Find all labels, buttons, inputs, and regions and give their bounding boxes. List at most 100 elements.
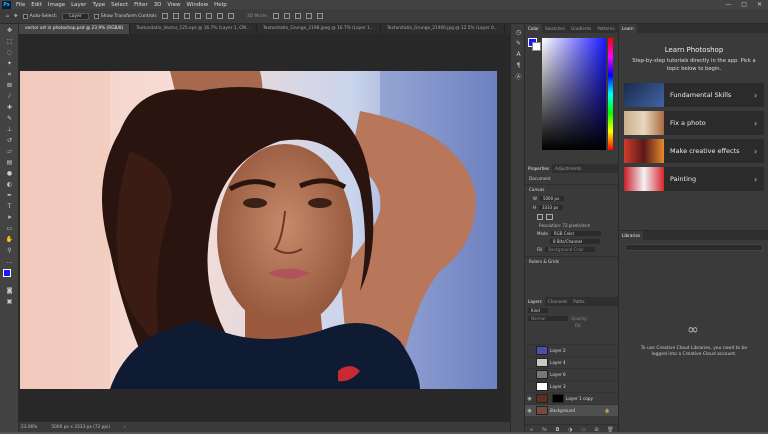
zoom-tool-icon[interactable]: ⚲ (5, 246, 14, 255)
doc-tab[interactable]: Textunitatio_Vector_125.eps @ 16.7% (Lay… (130, 24, 258, 34)
history-panel-icon[interactable]: ◷ (514, 28, 523, 37)
learn-card-creative-effects[interactable]: Make creative effects › (624, 139, 764, 163)
color-field[interactable] (542, 38, 606, 150)
tab-channels[interactable]: Channels (545, 299, 570, 304)
tab-adjustments[interactable]: Adjustments (552, 166, 584, 171)
screen-mode-icon[interactable]: ▣ (5, 297, 14, 306)
frame-tool-icon[interactable]: ⊠ (5, 81, 14, 90)
type-tool-icon[interactable]: T (5, 202, 14, 211)
eraser-tool-icon[interactable]: ▱ (5, 147, 14, 156)
library-search-input[interactable] (625, 244, 763, 251)
foreground-color-swatch[interactable] (3, 269, 11, 277)
align-center-icon[interactable] (172, 13, 179, 19)
crop-tool-icon[interactable]: ⌗ (5, 70, 14, 79)
clone-stamp-tool-icon[interactable]: ⊥ (5, 125, 14, 134)
pen-tool-icon[interactable]: ✒ (5, 191, 14, 200)
fill-dropdown[interactable]: Background Color (545, 247, 596, 252)
background-color-chip[interactable] (532, 42, 541, 51)
tab-color[interactable]: Color (525, 24, 542, 33)
status-arrow-icon[interactable]: › (124, 425, 126, 430)
brush-tool-icon[interactable]: ✎ (5, 114, 14, 123)
align-right-icon[interactable] (183, 13, 190, 19)
mode-dropdown[interactable]: RGB Color (550, 231, 601, 236)
menu-view[interactable]: View (164, 2, 183, 8)
menu-layer[interactable]: Layer (68, 2, 89, 8)
align-left-icon[interactable] (161, 13, 168, 19)
hand-tool-icon[interactable]: ✋ (5, 235, 14, 244)
menu-select[interactable]: Select (108, 2, 131, 8)
menu-edit[interactable]: Edit (28, 2, 45, 8)
brush-settings-icon[interactable]: ✎ (514, 39, 523, 48)
visibility-icon[interactable]: ◉ (525, 396, 534, 402)
tab-learn[interactable]: Learn (619, 24, 637, 33)
glyphs-panel-icon[interactable]: Ⓐ (514, 72, 523, 81)
layer-row[interactable]: Layer 2 (525, 344, 618, 356)
marquee-tool-icon[interactable]: ⬚ (5, 37, 14, 46)
layer-row[interactable]: Layer 4 (525, 356, 618, 368)
move-tool-icon[interactable]: ✥ (5, 26, 14, 35)
rectangle-tool-icon[interactable]: ▭ (5, 224, 14, 233)
align-top-icon[interactable] (194, 13, 201, 19)
document-photo[interactable] (20, 71, 497, 389)
tab-layers[interactable]: Layers (525, 297, 545, 306)
lock-icon[interactable]: 🔒 (605, 408, 610, 414)
minimize-button[interactable]: — (725, 1, 731, 8)
portrait-orientation-icon[interactable] (537, 214, 543, 220)
align-bottom-icon[interactable] (216, 13, 223, 19)
learn-card-fix-a-photo[interactable]: Fix a photo › (624, 111, 764, 135)
home-icon[interactable]: ⌂ (6, 14, 9, 19)
color-swatches[interactable] (0, 268, 18, 284)
move-tool-icon[interactable]: ✥ (14, 14, 18, 19)
doc-tab[interactable]: Textunitatio_Grunge_2198.jpeg @ 16.7% (L… (257, 24, 381, 34)
menu-filter[interactable]: Filter (131, 2, 151, 8)
menu-file[interactable]: File (13, 2, 28, 8)
visibility-icon[interactable]: ◉ (525, 408, 534, 414)
height-field[interactable]: 3333 px (539, 205, 564, 210)
menu-window[interactable]: Window (183, 2, 211, 8)
more-tools-icon[interactable]: … (5, 257, 14, 266)
menu-help[interactable]: Help (211, 2, 230, 8)
3d-rotate-icon[interactable] (273, 13, 280, 19)
dodge-tool-icon[interactable]: ◐ (5, 180, 14, 189)
learn-card-fundamental-skills[interactable]: Fundamental Skills › (624, 83, 764, 107)
layer-row[interactable]: Layer 6 (525, 368, 618, 380)
eyedropper-tool-icon[interactable]: ⁄ (5, 92, 14, 101)
gradient-tool-icon[interactable]: ▤ (5, 158, 14, 167)
layer-filter-dropdown[interactable]: Kind (528, 308, 548, 313)
magic-wand-tool-icon[interactable]: ✦ (5, 59, 14, 68)
menu-3d[interactable]: 3D (151, 2, 165, 8)
learn-card-painting[interactable]: Painting › (624, 167, 764, 191)
landscape-orientation-icon[interactable] (546, 214, 553, 220)
3d-pan-icon[interactable] (295, 13, 302, 19)
lasso-tool-icon[interactable]: ◌ (5, 48, 14, 57)
menu-type[interactable]: Type (89, 2, 108, 8)
zoom-level[interactable]: 23.06% (21, 425, 37, 430)
menu-image[interactable]: Image (45, 2, 68, 8)
history-brush-tool-icon[interactable]: ↺ (5, 136, 14, 145)
align-middle-icon[interactable] (205, 13, 212, 19)
maximize-button[interactable]: □ (741, 1, 747, 8)
3d-slide-icon[interactable] (306, 13, 313, 19)
transform-controls-checkbox[interactable] (93, 13, 99, 19)
doc-tab[interactable]: Textunitatio_Grunge_21400.jpg @ 12.5% (L… (381, 24, 505, 34)
doc-tab-active[interactable]: vector art in photoshop.psd @ 23.9% (RGB… (19, 24, 131, 34)
tab-paths[interactable]: Paths (570, 299, 587, 304)
paragraph-panel-icon[interactable]: ¶ (514, 61, 523, 70)
character-panel-icon[interactable]: A (514, 50, 523, 59)
bit-depth-dropdown[interactable]: 8 Bits/Channel (550, 239, 600, 244)
tab-libraries[interactable]: Libraries (619, 231, 644, 240)
close-button[interactable]: ✕ (757, 1, 762, 8)
distribute-icon[interactable] (227, 13, 234, 19)
hue-slider[interactable] (608, 38, 613, 150)
auto-select-checkbox[interactable] (22, 13, 28, 19)
path-selection-tool-icon[interactable]: ➤ (5, 213, 14, 222)
layer-row-selected[interactable]: ◉ Background 🔒 (525, 404, 618, 416)
blend-mode-dropdown[interactable]: Normal (528, 316, 568, 321)
canvas-section-header[interactable]: Canvas (525, 184, 618, 194)
tab-gradients[interactable]: Gradients (568, 26, 594, 31)
tab-patterns[interactable]: Patterns (594, 26, 617, 31)
3d-scale-icon[interactable] (317, 13, 324, 19)
tab-properties[interactable]: Properties (525, 164, 553, 173)
quick-mask-icon[interactable]: ◙ (5, 286, 14, 295)
rulers-grids-header[interactable]: Rulers & Grids (525, 256, 618, 266)
